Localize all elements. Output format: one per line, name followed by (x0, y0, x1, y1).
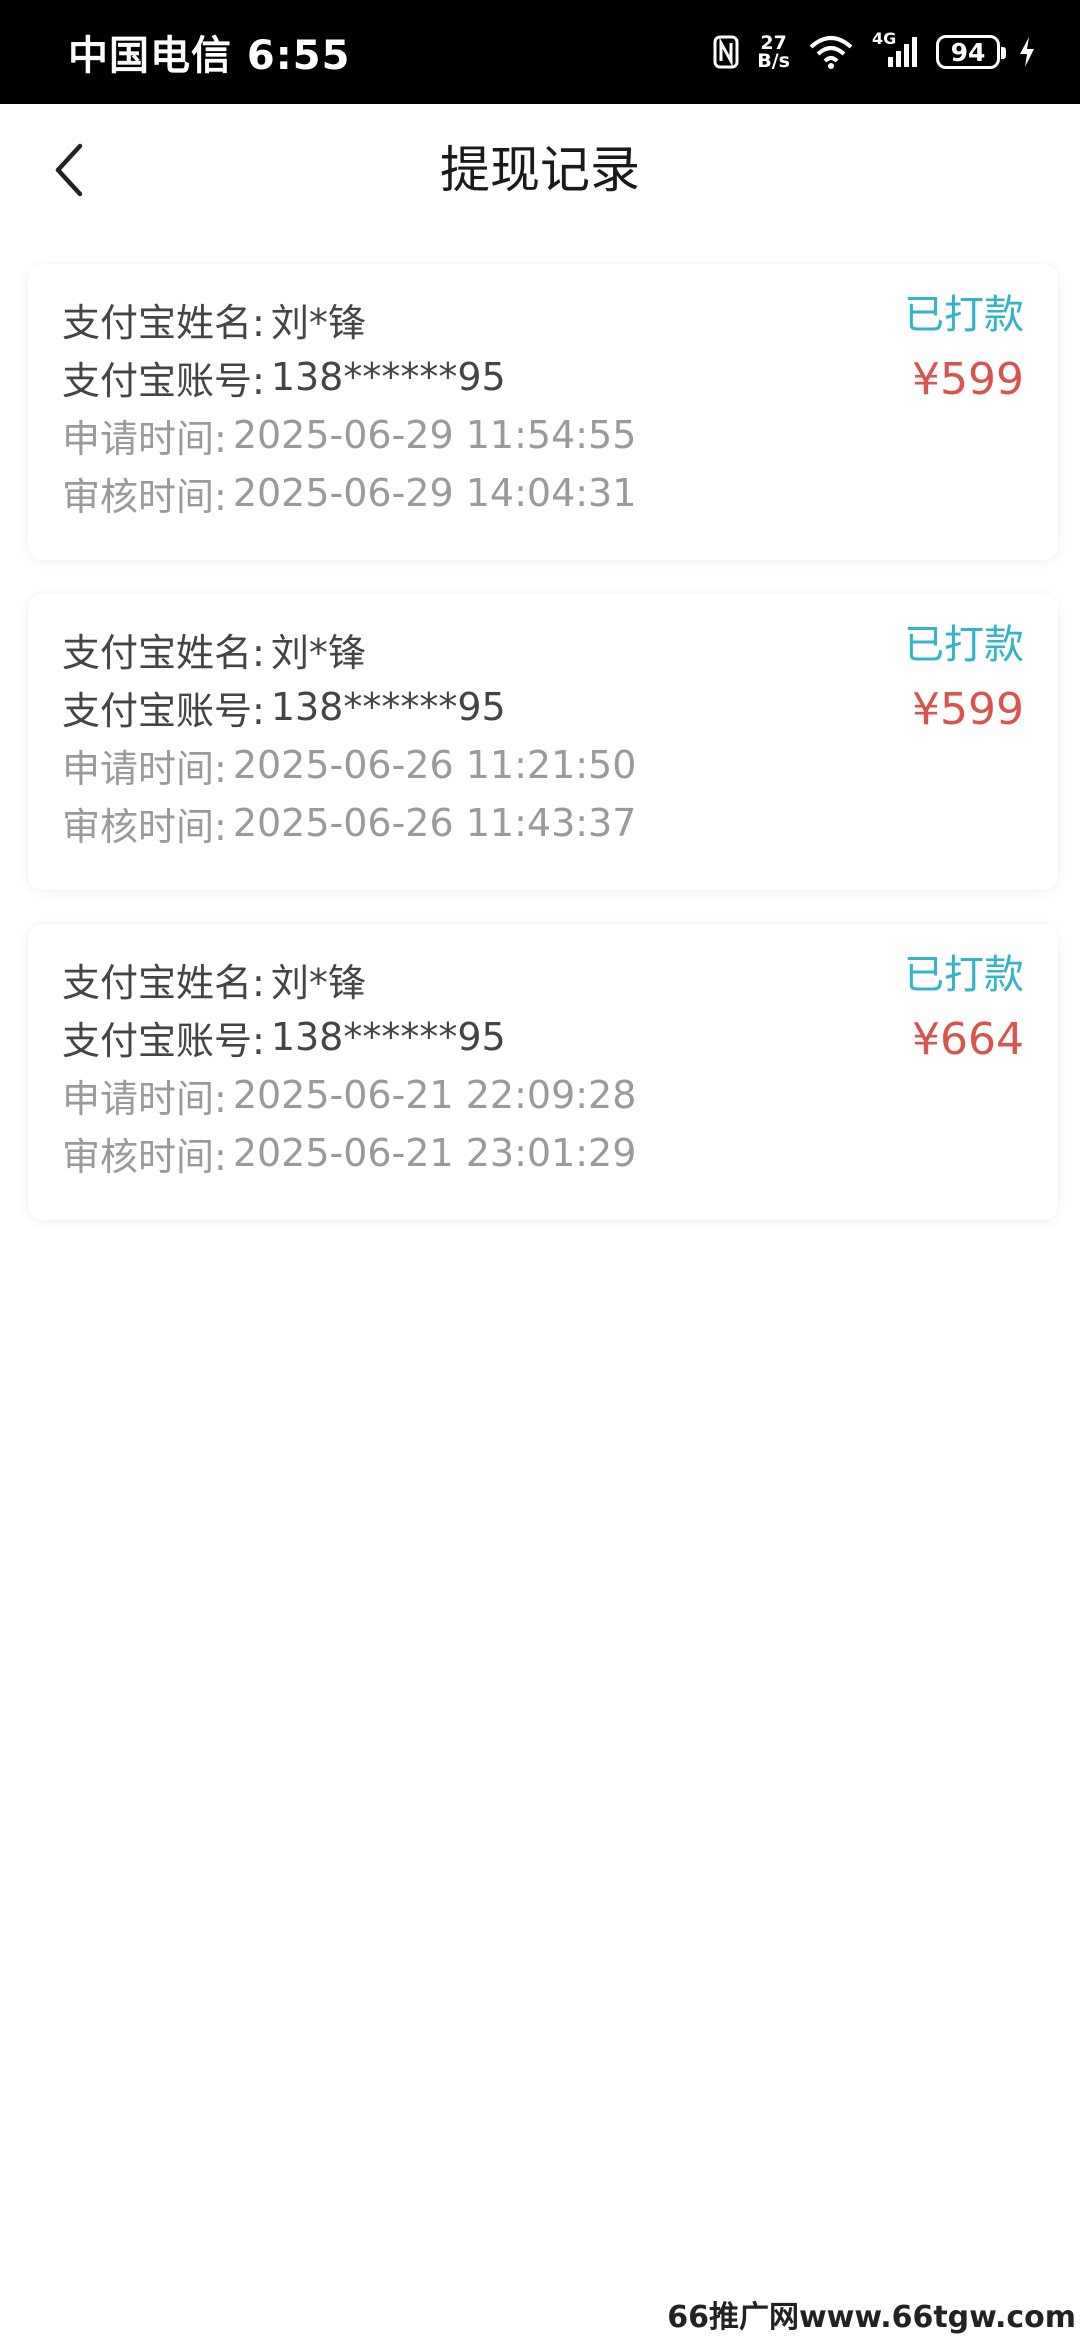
apply-time-label: 申请时间: (62, 416, 227, 461)
withdrawal-amount: ¥599 (912, 684, 1024, 735)
withdrawal-amount: ¥599 (912, 354, 1024, 405)
alipay-account-label: 支付宝账号: (62, 688, 265, 733)
apply-time-row: 申请时间: 2025-06-21 22:09:28 (62, 1066, 1024, 1124)
apply-time-label: 申请时间: (62, 1076, 227, 1121)
review-time-label: 审核时间: (62, 804, 227, 849)
payment-status: 已打款 (904, 622, 1024, 668)
navigation-bar: 提现记录 (0, 104, 1080, 234)
apply-time-value: 2025-06-21 22:09:28 (232, 1073, 637, 1117)
battery-icon: 94 (936, 35, 1006, 69)
alipay-account-label: 支付宝账号: (62, 358, 265, 403)
withdrawal-record-card[interactable]: 支付宝姓名: 刘*锋 支付宝账号: 138******95 申请时间: 2025… (28, 264, 1058, 560)
review-time-row: 审核时间: 2025-06-26 11:43:37 (62, 794, 1024, 852)
review-time-value: 2025-06-29 14:04:31 (232, 471, 637, 515)
battery-level: 94 (950, 37, 986, 67)
apply-time-row: 申请时间: 2025-06-26 11:21:50 (62, 736, 1024, 794)
speed-unit: B/s (757, 50, 790, 72)
alipay-account-row: 支付宝账号: 138******95 (62, 678, 1024, 736)
charging-bolt-icon (1018, 36, 1036, 68)
network-speed: 27 B/s (757, 34, 790, 72)
alipay-account-label: 支付宝账号: (62, 1018, 265, 1063)
review-time-row: 审核时间: 2025-06-21 23:01:29 (62, 1124, 1024, 1182)
withdrawal-record-card[interactable]: 支付宝姓名: 刘*锋 支付宝账号: 138******95 申请时间: 2025… (28, 594, 1058, 890)
network-type: 4G (872, 29, 897, 48)
wifi-icon (808, 35, 854, 69)
alipay-name-label: 支付宝姓名: (62, 960, 265, 1005)
alipay-account-row: 支付宝账号: 138******95 (62, 348, 1024, 406)
apply-time-value: 2025-06-29 11:54:55 (232, 413, 637, 457)
alipay-account-value: 138******95 (270, 1015, 506, 1059)
alipay-account-value: 138******95 (270, 355, 506, 399)
watermark-text: 66推广网www.66tgw.com (667, 2300, 1076, 2335)
system-status-bar: 中国电信 6:55 27 B/s 4G 94 (0, 0, 1080, 104)
apply-time-value: 2025-06-26 11:21:50 (232, 743, 637, 787)
review-time-row: 审核时间: 2025-06-29 14:04:31 (62, 464, 1024, 522)
payment-status: 已打款 (904, 292, 1024, 338)
apply-time-label: 申请时间: (62, 746, 227, 791)
review-time-label: 审核时间: (62, 1134, 227, 1179)
review-time-value: 2025-06-21 23:01:29 (232, 1131, 637, 1175)
alipay-name-row: 支付宝姓名: 刘*锋 (62, 950, 1024, 1008)
alipay-account-value: 138******95 (270, 685, 506, 729)
withdrawal-record-list: 支付宝姓名: 刘*锋 支付宝账号: 138******95 申请时间: 2025… (28, 264, 1058, 1254)
alipay-name-label: 支付宝姓名: (62, 630, 265, 675)
review-time-value: 2025-06-26 11:43:37 (232, 801, 637, 845)
alipay-name-row: 支付宝姓名: 刘*锋 (62, 620, 1024, 678)
alipay-name-value: 刘*锋 (270, 630, 366, 675)
carrier-time: 中国电信 6:55 (68, 33, 351, 79)
alipay-account-row: 支付宝账号: 138******95 (62, 1008, 1024, 1066)
apply-time-row: 申请时间: 2025-06-29 11:54:55 (62, 406, 1024, 464)
status-icons: 27 B/s 4G 94 (713, 29, 1036, 72)
alipay-name-value: 刘*锋 (270, 300, 366, 345)
withdrawal-record-card[interactable]: 支付宝姓名: 刘*锋 支付宝账号: 138******95 申请时间: 2025… (28, 924, 1058, 1220)
alipay-name-value: 刘*锋 (270, 960, 366, 1005)
cellular-signal-icon: 4G (872, 29, 918, 69)
withdrawal-amount: ¥664 (912, 1014, 1024, 1065)
alipay-name-row: 支付宝姓名: 刘*锋 (62, 290, 1024, 348)
alipay-name-label: 支付宝姓名: (62, 300, 265, 345)
payment-status: 已打款 (904, 952, 1024, 998)
review-time-label: 审核时间: (62, 474, 227, 519)
page-title: 提现记录 (440, 141, 640, 199)
nfc-icon (713, 35, 739, 69)
